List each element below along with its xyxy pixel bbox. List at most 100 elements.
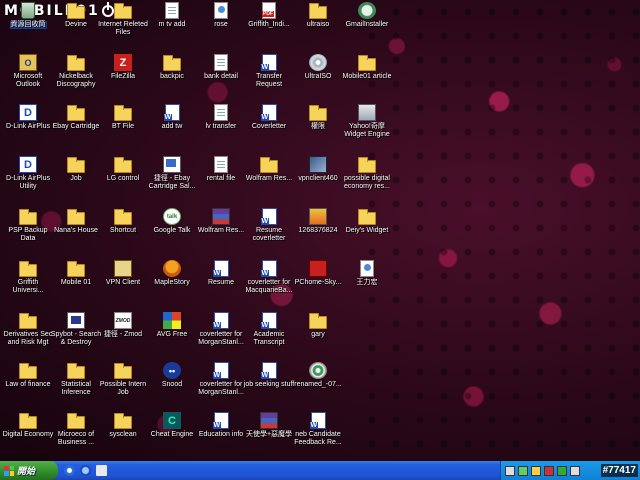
desktop-item[interactable]: Job	[50, 156, 102, 183]
desktop-item[interactable]: Spybot - Search & Destroy	[50, 312, 102, 347]
desktop-item[interactable]: m tv add	[146, 2, 198, 29]
network-icon[interactable]	[505, 465, 515, 476]
widget-icon	[358, 104, 376, 121]
desktop-item[interactable]: AVG Free	[146, 312, 198, 339]
desktop-item[interactable]: Law of finance	[2, 362, 54, 389]
desktop-item-label: Ebay Cartridge	[52, 123, 100, 130]
desktop-item[interactable]: renamed_-07...	[292, 362, 344, 389]
desktop-item-label: coverletter for MorganStanl...	[198, 381, 244, 396]
browser-icon[interactable]	[80, 465, 91, 476]
desktop[interactable]: MOBILE01 資源回收筒 Devine Internet Releted Fil…	[0, 0, 640, 461]
desktop-item[interactable]: PSP Backup Data	[2, 208, 54, 243]
desktop-item[interactable]: Deiy's Widget	[341, 208, 393, 235]
desktop-item[interactable]: Transfer Request	[243, 54, 295, 89]
desktop-item[interactable]: •• Snood	[146, 362, 198, 389]
desktop-item[interactable]: Digital Economy	[2, 412, 54, 439]
desktop-item[interactable]: coverletter for MorganStanl...	[195, 312, 247, 347]
spybot-icon	[67, 312, 85, 329]
desktop-item[interactable]: UltraISO	[292, 54, 344, 81]
desktop-item[interactable]: add tw	[146, 104, 198, 131]
desktop-item[interactable]: rose	[195, 2, 247, 29]
desktop-item[interactable]: vpnclient460	[292, 156, 344, 183]
desktop-item[interactable]: ultraiso	[292, 2, 344, 29]
desktop-item[interactable]: Wolfram Res...	[243, 156, 295, 183]
desktop-item[interactable]: Wolfram Res...	[195, 208, 247, 235]
security-icon[interactable]	[518, 465, 528, 476]
desktop-item[interactable]: LG control	[97, 156, 149, 183]
maplestory-icon	[163, 260, 181, 277]
desktop-item[interactable]: D D-Link AirPlus Utility	[2, 156, 54, 191]
desktop-item[interactable]: 1268376824	[292, 208, 344, 235]
folder-icon	[67, 55, 85, 71]
folder-icon	[358, 157, 376, 173]
desktop-item[interactable]: Yahoo!奇摩 Widget Engine	[341, 104, 393, 139]
desktop-item[interactable]: Ebay Cartridge	[50, 104, 102, 131]
folder-icon	[19, 413, 37, 429]
recycle-bin-icon	[21, 2, 35, 19]
desktop-item[interactable]: backpic	[146, 54, 198, 81]
desktop-item[interactable]: Z FileZilla	[97, 54, 149, 81]
desktop-item-label: FileZilla	[110, 73, 136, 80]
desktop-item[interactable]: 王力宏	[341, 260, 393, 287]
desktop-item[interactable]: gary	[292, 312, 344, 339]
desktop-item-label: 王力宏	[356, 279, 378, 286]
desktop-item[interactable]: Internet Releted Files	[97, 2, 149, 37]
desktop-item-label: Derivatives Sec and Risk Mgt	[3, 331, 53, 346]
desktop-item[interactable]: sysclean	[97, 412, 149, 439]
desktop-item[interactable]: Possible Intern Job	[97, 362, 149, 397]
desktop-item[interactable]: Resume coverletter	[243, 208, 295, 243]
desktop-item[interactable]: Griffith_Indi...	[243, 2, 295, 29]
desktop-item[interactable]: Education info	[195, 412, 247, 439]
desktop-item[interactable]: bank detail	[195, 54, 247, 81]
desktop-item[interactable]: Coverletter	[243, 104, 295, 131]
desktop-item[interactable]: PChome-Sky...	[292, 260, 344, 287]
desktop-item[interactable]: Microeco of Business ...	[50, 412, 102, 447]
desktop-item[interactable]: Nickelback Discography	[50, 54, 102, 89]
desktop-item[interactable]: neb Candidate Feedback Re...	[292, 412, 344, 447]
desktop-item[interactable]: talk Google Talk	[146, 208, 198, 235]
desktop-item[interactable]: job seeking stuff	[243, 362, 295, 389]
desktop-item[interactable]: coverletter for MorganStanl...	[195, 362, 247, 397]
desktop-item-label: neb Candidate Feedback Re...	[294, 431, 342, 446]
folder-icon	[19, 209, 37, 225]
media-icon	[309, 362, 327, 379]
volume-icon[interactable]	[570, 465, 580, 476]
desktop-item-label: Wolfram Res...	[197, 227, 245, 234]
desktop-item[interactable]: O Microsoft Outlook	[2, 54, 54, 89]
desktop-item[interactable]: C Cheat Engine	[146, 412, 198, 439]
desktop-item[interactable]: GmailInstaller	[341, 2, 393, 29]
desktop-item[interactable]: lv transfer	[195, 104, 247, 131]
desktop-item[interactable]: 天使學+惡魔學	[243, 412, 295, 439]
desktop-item[interactable]: BT File	[97, 104, 149, 131]
desktop-item[interactable]: Devine	[50, 2, 102, 29]
media-player-icon[interactable]	[64, 465, 75, 476]
desktop-item[interactable]: Mobile 01	[50, 260, 102, 287]
desktop-item[interactable]: MapleStory	[146, 260, 198, 287]
messenger-icon[interactable]	[531, 465, 541, 476]
desktop-item[interactable]: Nana's House	[50, 208, 102, 235]
folder-icon	[67, 105, 85, 121]
desktop-item[interactable]: Griffith Universi...	[2, 260, 54, 295]
desktop-item[interactable]: D D-Link AirPlus	[2, 104, 54, 131]
signal-icon[interactable]	[557, 465, 567, 476]
desktop-item[interactable]: 捷徑 - Ebay Cartridge Sal...	[146, 156, 198, 191]
word-document-icon	[260, 260, 277, 277]
word-document-icon	[212, 312, 229, 329]
desktop-item[interactable]: coverletter for MacquarieBa...	[243, 260, 295, 295]
desktop-item[interactable]: Derivatives Sec and Risk Mgt	[2, 312, 54, 347]
word-document-icon	[212, 260, 229, 277]
desktop-item[interactable]: ZMOD 捷徑 - Zmod	[97, 312, 149, 339]
desktop-item[interactable]: Mobile01 article	[341, 54, 393, 81]
desktop-item[interactable]: 資源回收筒	[2, 2, 54, 29]
desktop-item[interactable]: 權限	[292, 104, 344, 131]
desktop-item[interactable]: Academic Transcript	[243, 312, 295, 347]
desktop-item[interactable]: Resume	[195, 260, 247, 287]
desktop-item[interactable]: Statistical Inference	[50, 362, 102, 397]
desktop-item[interactable]: VPN Client	[97, 260, 149, 287]
antivirus-icon[interactable]	[544, 465, 554, 476]
desktop-item[interactable]: Shortcut	[97, 208, 149, 235]
start-button[interactable]: 開始	[0, 461, 58, 480]
desktop-item[interactable]: possible digital economy res...	[341, 156, 393, 191]
desktop-item[interactable]: rental file	[195, 156, 247, 183]
show-desktop-icon[interactable]	[96, 465, 107, 476]
